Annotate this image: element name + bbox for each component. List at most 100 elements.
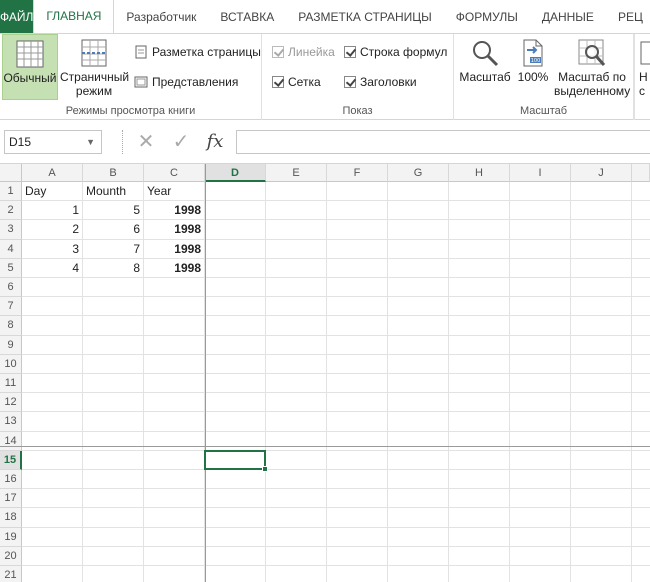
cell[interactable] (510, 527, 571, 547)
cell[interactable] (388, 278, 449, 298)
tab-insert[interactable]: ВСТАВКА (208, 0, 286, 33)
cell[interactable] (266, 201, 327, 221)
select-all-corner[interactable] (0, 164, 22, 182)
cell[interactable] (22, 470, 83, 490)
cell-a2[interactable]: 1 (22, 201, 83, 221)
cell[interactable] (327, 297, 388, 317)
column-header-h[interactable]: H (449, 164, 510, 182)
cell[interactable] (510, 201, 571, 221)
cell[interactable] (632, 508, 650, 528)
ruler-checkbox[interactable]: Линейка (272, 42, 335, 62)
cell[interactable] (571, 220, 632, 240)
cell[interactable] (632, 547, 650, 566)
cell[interactable] (632, 374, 650, 394)
cell[interactable] (449, 335, 510, 355)
cell[interactable] (388, 566, 449, 582)
cell[interactable] (83, 470, 144, 490)
cell[interactable] (22, 412, 83, 432)
cell[interactable] (388, 239, 449, 259)
tab-home[interactable]: ГЛАВНАЯ (33, 0, 115, 33)
cell[interactable] (388, 489, 449, 509)
row-header-16[interactable]: 16 (0, 470, 22, 490)
row-header-17[interactable]: 17 (0, 489, 22, 509)
column-header-j[interactable]: J (571, 164, 632, 182)
row-header-15[interactable]: 15 (0, 450, 22, 470)
cell[interactable] (510, 508, 571, 528)
cell[interactable] (449, 182, 510, 202)
cell[interactable] (571, 201, 632, 221)
zoom-100-button[interactable]: 100 100% (516, 34, 550, 100)
cell[interactable] (205, 566, 266, 582)
cell[interactable] (632, 393, 650, 413)
cell[interactable] (83, 450, 144, 470)
insert-function-button[interactable]: fx (202, 128, 228, 156)
cell-b2[interactable]: 5 (83, 201, 144, 221)
cell[interactable] (83, 278, 144, 298)
cell[interactable] (144, 335, 205, 355)
cell[interactable] (388, 431, 449, 451)
name-box-dropdown-icon[interactable]: ▼ (86, 131, 95, 153)
cell[interactable] (327, 393, 388, 413)
tab-data[interactable]: ДАННЫЕ (530, 0, 606, 33)
cell-c5[interactable]: 1998 (144, 258, 205, 278)
cell[interactable] (571, 508, 632, 528)
tab-review[interactable]: РЕЦ (606, 0, 650, 33)
row-header-20[interactable]: 20 (0, 546, 22, 566)
column-header-d[interactable]: D (205, 164, 266, 182)
cell[interactable] (144, 546, 205, 566)
cell[interactable] (449, 258, 510, 278)
cell-a3[interactable]: 2 (22, 220, 83, 240)
cell[interactable] (632, 566, 650, 582)
cell[interactable] (449, 220, 510, 240)
cell-c1[interactable]: Year (144, 182, 205, 202)
cell[interactable] (632, 278, 650, 298)
page-layout-button[interactable]: Разметка страницы (134, 42, 261, 62)
cell[interactable] (266, 470, 327, 490)
cell[interactable] (449, 470, 510, 490)
cell[interactable] (83, 546, 144, 566)
cell[interactable] (205, 527, 266, 547)
cell[interactable] (571, 182, 632, 202)
cell[interactable] (571, 431, 632, 451)
cell-c3[interactable]: 1998 (144, 220, 205, 240)
custom-views-button[interactable]: Представления (134, 72, 238, 92)
cell[interactable] (510, 220, 571, 240)
cell[interactable] (388, 220, 449, 240)
tab-developer[interactable]: Разработчик (114, 0, 208, 33)
cell[interactable] (327, 450, 388, 470)
cell[interactable] (571, 335, 632, 355)
cell[interactable] (22, 354, 83, 374)
cell[interactable] (205, 278, 266, 298)
cell-c4[interactable]: 1998 (144, 239, 205, 259)
cell[interactable] (83, 527, 144, 547)
cell[interactable] (510, 412, 571, 432)
cell[interactable] (632, 451, 650, 470)
cell[interactable] (449, 316, 510, 336)
cell[interactable] (83, 316, 144, 336)
cell[interactable] (205, 297, 266, 317)
cell[interactable] (22, 278, 83, 298)
cell[interactable] (388, 354, 449, 374)
cell[interactable] (632, 201, 650, 221)
cell[interactable] (266, 278, 327, 298)
row-header-19[interactable]: 19 (0, 527, 22, 547)
cell[interactable] (266, 489, 327, 509)
cell[interactable] (449, 239, 510, 259)
cell[interactable] (571, 489, 632, 509)
cell[interactable] (632, 470, 650, 490)
cell[interactable] (388, 374, 449, 394)
cell[interactable] (83, 374, 144, 394)
cell[interactable] (571, 450, 632, 470)
cell[interactable] (388, 470, 449, 490)
cell[interactable] (266, 450, 327, 470)
row-header-5[interactable]: 5 (0, 258, 22, 278)
cell[interactable] (22, 527, 83, 547)
cell[interactable] (510, 182, 571, 202)
cell[interactable] (266, 508, 327, 528)
cell[interactable] (388, 546, 449, 566)
formula-bar-checkbox[interactable]: Строка формул (344, 42, 447, 62)
cell[interactable] (205, 489, 266, 509)
cell[interactable] (632, 259, 650, 278)
cell[interactable] (144, 316, 205, 336)
cell[interactable] (83, 566, 144, 582)
